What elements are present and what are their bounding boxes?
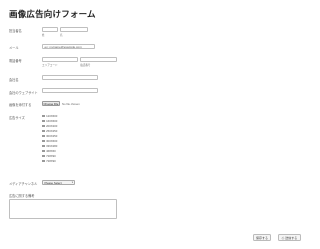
ad-size-option[interactable]: 160X600 xyxy=(42,119,57,123)
checkbox[interactable] xyxy=(42,149,45,153)
checkbox[interactable] xyxy=(42,144,45,148)
email-label: メール xyxy=(9,46,19,50)
phone-label: 電話番号 xyxy=(9,59,22,63)
first-name-sublabel: 姓 xyxy=(42,34,45,37)
ad-size-option[interactable]: 200X200 xyxy=(42,124,57,128)
checkbox[interactable] xyxy=(42,159,45,163)
ad-size-option[interactable]: 300X600 xyxy=(42,139,57,143)
website-label: 会社のウェブサイト xyxy=(9,91,38,95)
media-channel-label: メディアチャンネル xyxy=(9,182,38,186)
checkbox[interactable] xyxy=(42,124,45,128)
area-code-sublabel: エリアコード xyxy=(42,64,58,67)
website-input[interactable] xyxy=(42,88,98,93)
remarks-label: 広告に関する備考 xyxy=(9,194,35,198)
first-name-input[interactable] xyxy=(42,27,58,32)
ad-size-option[interactable]: 728X90 xyxy=(42,154,56,158)
checkbox[interactable] xyxy=(42,129,45,133)
ad-size-label: 広告サイズ xyxy=(9,116,25,120)
choose-file-button[interactable]: Choose File xyxy=(42,101,60,106)
ad-size-option[interactable]: 120X600 xyxy=(42,114,57,118)
ad-size-option[interactable]: 468X60 xyxy=(42,149,56,153)
page-title: 画像広告向けフォーム xyxy=(9,9,96,19)
media-channel-select[interactable]: Please Select ▾ xyxy=(42,180,75,185)
ad-size-option[interactable]: 250X250 xyxy=(42,129,57,133)
last-name-sublabel: 名 xyxy=(60,34,63,37)
phone-number-input[interactable] xyxy=(80,57,117,62)
last-name-input[interactable] xyxy=(60,27,88,32)
ad-size-option[interactable]: 728X90 xyxy=(42,159,56,163)
ad-size-option[interactable]: 336X280 xyxy=(42,144,57,148)
name-label: 担当者名 xyxy=(9,29,22,33)
file-status: No file chosen xyxy=(62,102,80,106)
checkbox[interactable] xyxy=(42,154,45,158)
email-input[interactable]: ex: myname@example.com xyxy=(42,44,95,49)
ad-size-option[interactable]: 300X250 xyxy=(42,134,57,138)
checkbox[interactable] xyxy=(42,134,45,138)
save-button[interactable]: 保存する xyxy=(253,234,271,241)
checkbox[interactable] xyxy=(42,119,45,123)
print-icon: ⎙ xyxy=(281,236,285,240)
company-input[interactable] xyxy=(42,75,98,80)
attachment-label: 画像を添付する xyxy=(9,103,32,107)
chevron-down-icon: ▾ xyxy=(71,181,73,184)
phone-number-sublabel: 電話番号 xyxy=(80,64,91,67)
checkbox[interactable] xyxy=(42,139,45,143)
area-code-input[interactable] xyxy=(42,57,78,62)
checkbox[interactable] xyxy=(42,114,45,118)
submit-button[interactable]: ⎙送信する xyxy=(278,234,301,241)
company-label: 会社名 xyxy=(9,78,19,82)
remarks-textarea[interactable] xyxy=(9,199,117,219)
